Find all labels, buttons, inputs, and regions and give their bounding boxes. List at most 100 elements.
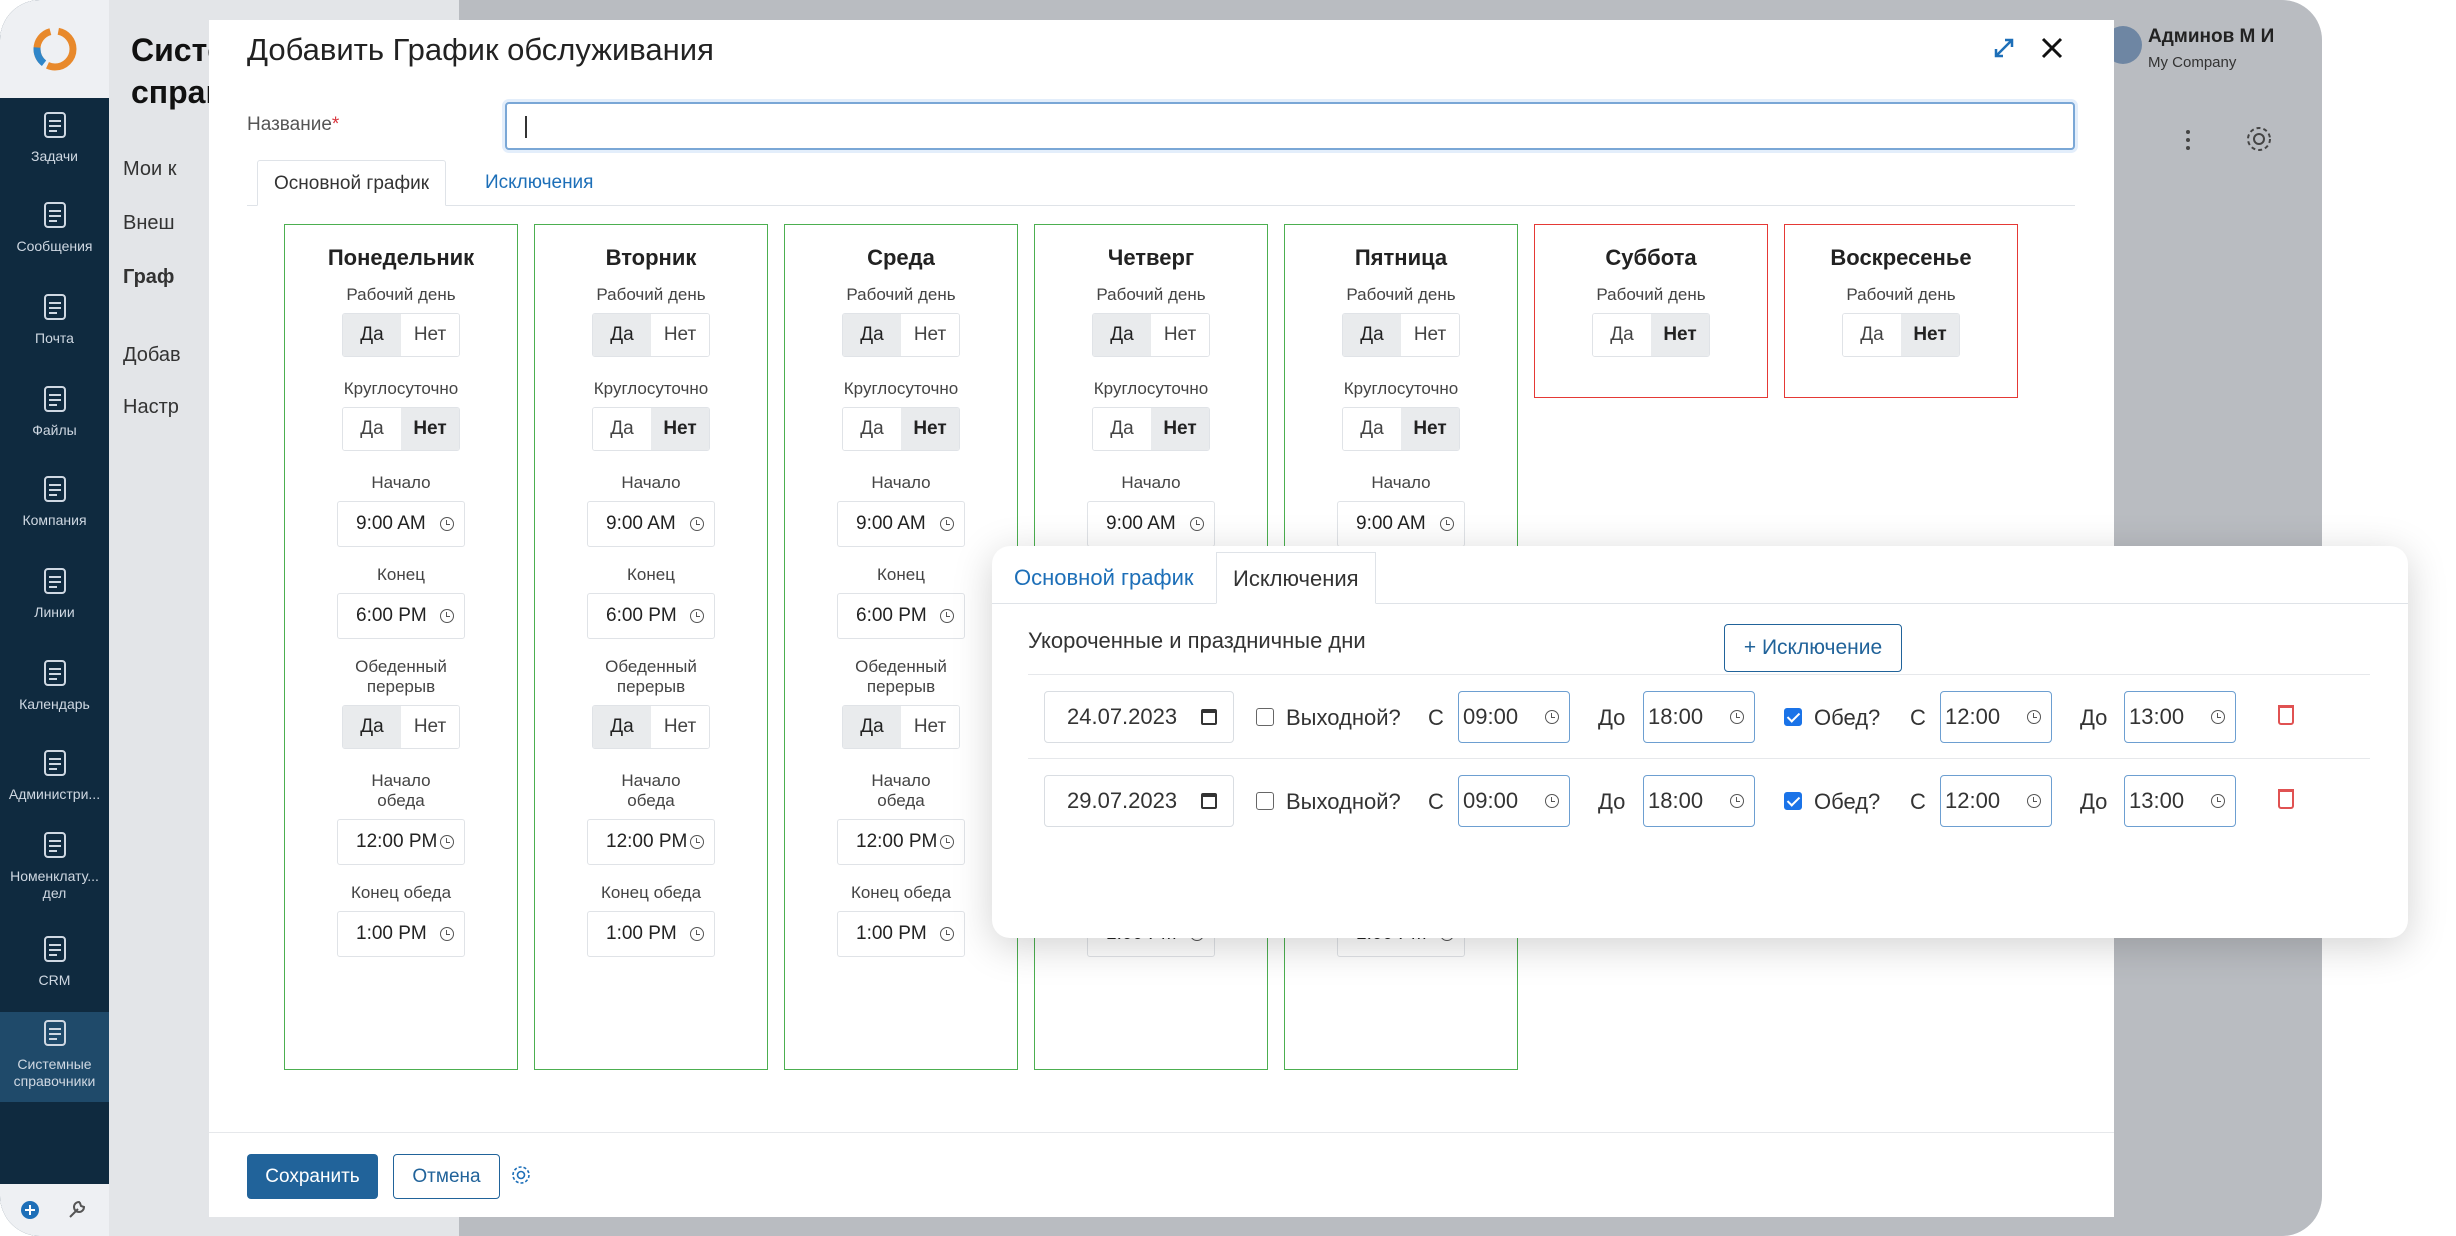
no-option[interactable]: Нет bbox=[901, 314, 959, 356]
lunch-checkbox[interactable] bbox=[1784, 792, 1802, 810]
yes-option[interactable]: Да bbox=[343, 314, 401, 356]
start-time-input[interactable]: 9:00 AM bbox=[837, 501, 965, 547]
end-time-input[interactable]: 6:00 PM bbox=[587, 593, 715, 639]
dayoff-checkbox[interactable] bbox=[1256, 792, 1274, 810]
save-button[interactable]: Сохранить bbox=[247, 1154, 378, 1199]
yes-option[interactable]: Да bbox=[843, 706, 901, 748]
wrench-icon[interactable] bbox=[66, 1198, 88, 1220]
start-time-input[interactable]: 9:00 AM bbox=[587, 501, 715, 547]
lunch-checkbox[interactable] bbox=[1784, 708, 1802, 726]
lunch-end-input[interactable]: 1:00 PM bbox=[837, 911, 965, 957]
settings-gear-icon[interactable] bbox=[2244, 124, 2274, 154]
form-settings-gear-icon[interactable] bbox=[511, 1165, 531, 1185]
no-option[interactable]: Нет bbox=[901, 706, 959, 748]
start-time-input[interactable]: 9:00 AM bbox=[337, 501, 465, 547]
yes-option[interactable]: Да bbox=[593, 314, 651, 356]
lunch-start-input[interactable]: 12:00 PM bbox=[587, 819, 715, 865]
lunch-end-input[interactable]: 1:00 PM bbox=[587, 911, 715, 957]
no-option[interactable]: Нет bbox=[651, 408, 709, 450]
lunch-to-input[interactable]: 13:00 bbox=[2124, 775, 2236, 827]
no-option[interactable]: Нет bbox=[401, 408, 459, 450]
background-nav-4[interactable]: Добав bbox=[123, 344, 181, 367]
calendar-icon bbox=[1201, 709, 1217, 725]
app-logo[interactable] bbox=[0, 0, 109, 98]
start-time-input[interactable]: 9:00 AM bbox=[1087, 501, 1215, 547]
rail-item[interactable]: Администри... bbox=[0, 746, 109, 803]
start-time-input[interactable]: 9:00 AM bbox=[1337, 501, 1465, 547]
yes-option[interactable]: Да bbox=[1093, 314, 1151, 356]
day-name: Воскресенье bbox=[1830, 245, 1972, 270]
yes-option[interactable]: Да bbox=[593, 408, 651, 450]
close-icon[interactable] bbox=[2040, 36, 2064, 60]
no-option[interactable]: Нет bbox=[401, 706, 459, 748]
rail-item[interactable]: Компания bbox=[0, 472, 109, 529]
rail-item[interactable]: Номенклату... дел bbox=[0, 828, 109, 902]
no-option[interactable]: Нет bbox=[651, 706, 709, 748]
rail-item[interactable]: Линии bbox=[0, 564, 109, 621]
no-option[interactable]: Нет bbox=[1401, 314, 1459, 356]
messages-icon bbox=[43, 202, 66, 228]
add-circle-icon[interactable] bbox=[20, 1200, 40, 1220]
rail-item[interactable]: Почта bbox=[0, 290, 109, 347]
from-time-input[interactable]: 09:00 bbox=[1458, 775, 1570, 827]
exception-date-input[interactable]: 24.07.2023 bbox=[1044, 691, 1234, 743]
no-option[interactable]: Нет bbox=[651, 314, 709, 356]
background-nav-5[interactable]: Настр bbox=[123, 396, 179, 419]
lunch-from-input[interactable]: 12:00 bbox=[1940, 775, 2052, 827]
rail-item[interactable]: Сообщения bbox=[0, 198, 109, 255]
yes-option[interactable]: Да bbox=[1343, 314, 1401, 356]
end-time-input[interactable]: 6:00 PM bbox=[837, 593, 965, 639]
no-option[interactable]: Нет bbox=[1401, 408, 1459, 450]
lunch-end-input[interactable]: 1:00 PM bbox=[337, 911, 465, 957]
rail-item[interactable]: CRM bbox=[0, 932, 109, 989]
lunch-start-input[interactable]: 12:00 PM bbox=[837, 819, 965, 865]
yes-option[interactable]: Да bbox=[1343, 408, 1401, 450]
delete-icon[interactable] bbox=[2278, 789, 2294, 809]
exception-date-input[interactable]: 29.07.2023 bbox=[1044, 775, 1234, 827]
yes-option[interactable]: Да bbox=[1093, 408, 1151, 450]
yes-option[interactable]: Да bbox=[1843, 314, 1901, 356]
popup-tab-main-schedule[interactable]: Основной график bbox=[998, 552, 1209, 604]
clock-icon bbox=[2211, 710, 2225, 724]
yes-option[interactable]: Да bbox=[593, 706, 651, 748]
yes-option[interactable]: Да bbox=[343, 408, 401, 450]
to-time-input[interactable]: 18:00 bbox=[1643, 691, 1755, 743]
tab-main-schedule[interactable]: Основной график bbox=[257, 160, 447, 206]
dayoff-checkbox[interactable] bbox=[1256, 708, 1274, 726]
more-vertical-icon[interactable] bbox=[2182, 128, 2194, 152]
background-nav-1[interactable]: Мои к bbox=[123, 158, 177, 181]
user-menu[interactable]: Админов М И My Company bbox=[2104, 22, 2314, 82]
no-option[interactable]: Нет bbox=[901, 408, 959, 450]
background-nav-2[interactable]: Внеш bbox=[123, 212, 175, 235]
no-option[interactable]: Нет bbox=[1151, 408, 1209, 450]
to-time-input[interactable]: 18:00 bbox=[1643, 775, 1755, 827]
yes-option[interactable]: Да bbox=[1593, 314, 1651, 356]
yes-option[interactable]: Да bbox=[343, 706, 401, 748]
end-time-input[interactable]: 6:00 PM bbox=[337, 593, 465, 639]
from-time-input[interactable]: 09:00 bbox=[1458, 691, 1570, 743]
add-exception-button[interactable]: + Исключение bbox=[1724, 624, 1902, 672]
lunch-to-input[interactable]: 13:00 bbox=[2124, 691, 2236, 743]
name-input[interactable] bbox=[505, 102, 2075, 150]
rail-item[interactable]: Системные справочники bbox=[0, 1012, 109, 1102]
yes-option[interactable]: Да bbox=[843, 314, 901, 356]
tab-exceptions[interactable]: Исключения bbox=[469, 160, 609, 206]
lunch-start-input[interactable]: 12:00 PM bbox=[337, 819, 465, 865]
no-option[interactable]: Нет bbox=[1151, 314, 1209, 356]
rail-item[interactable]: Файлы bbox=[0, 382, 109, 439]
rail-item[interactable]: Задачи bbox=[0, 108, 109, 165]
rail-item[interactable]: Календарь bbox=[0, 656, 109, 713]
yes-option[interactable]: Да bbox=[843, 408, 901, 450]
no-option[interactable]: Нет bbox=[1651, 314, 1709, 356]
clock-icon bbox=[940, 609, 954, 623]
clock-icon bbox=[690, 517, 704, 531]
delete-icon[interactable] bbox=[2278, 705, 2294, 725]
date-value: 24.07.2023 bbox=[1067, 704, 1178, 729]
background-nav-3[interactable]: Граф bbox=[123, 266, 174, 289]
expand-icon[interactable] bbox=[1992, 36, 2016, 60]
cancel-button[interactable]: Отмена bbox=[393, 1154, 500, 1199]
popup-tab-exceptions[interactable]: Исключения bbox=[1216, 552, 1376, 604]
lunch-from-input[interactable]: 12:00 bbox=[1940, 691, 2052, 743]
no-option[interactable]: Нет bbox=[1901, 314, 1959, 356]
no-option[interactable]: Нет bbox=[401, 314, 459, 356]
